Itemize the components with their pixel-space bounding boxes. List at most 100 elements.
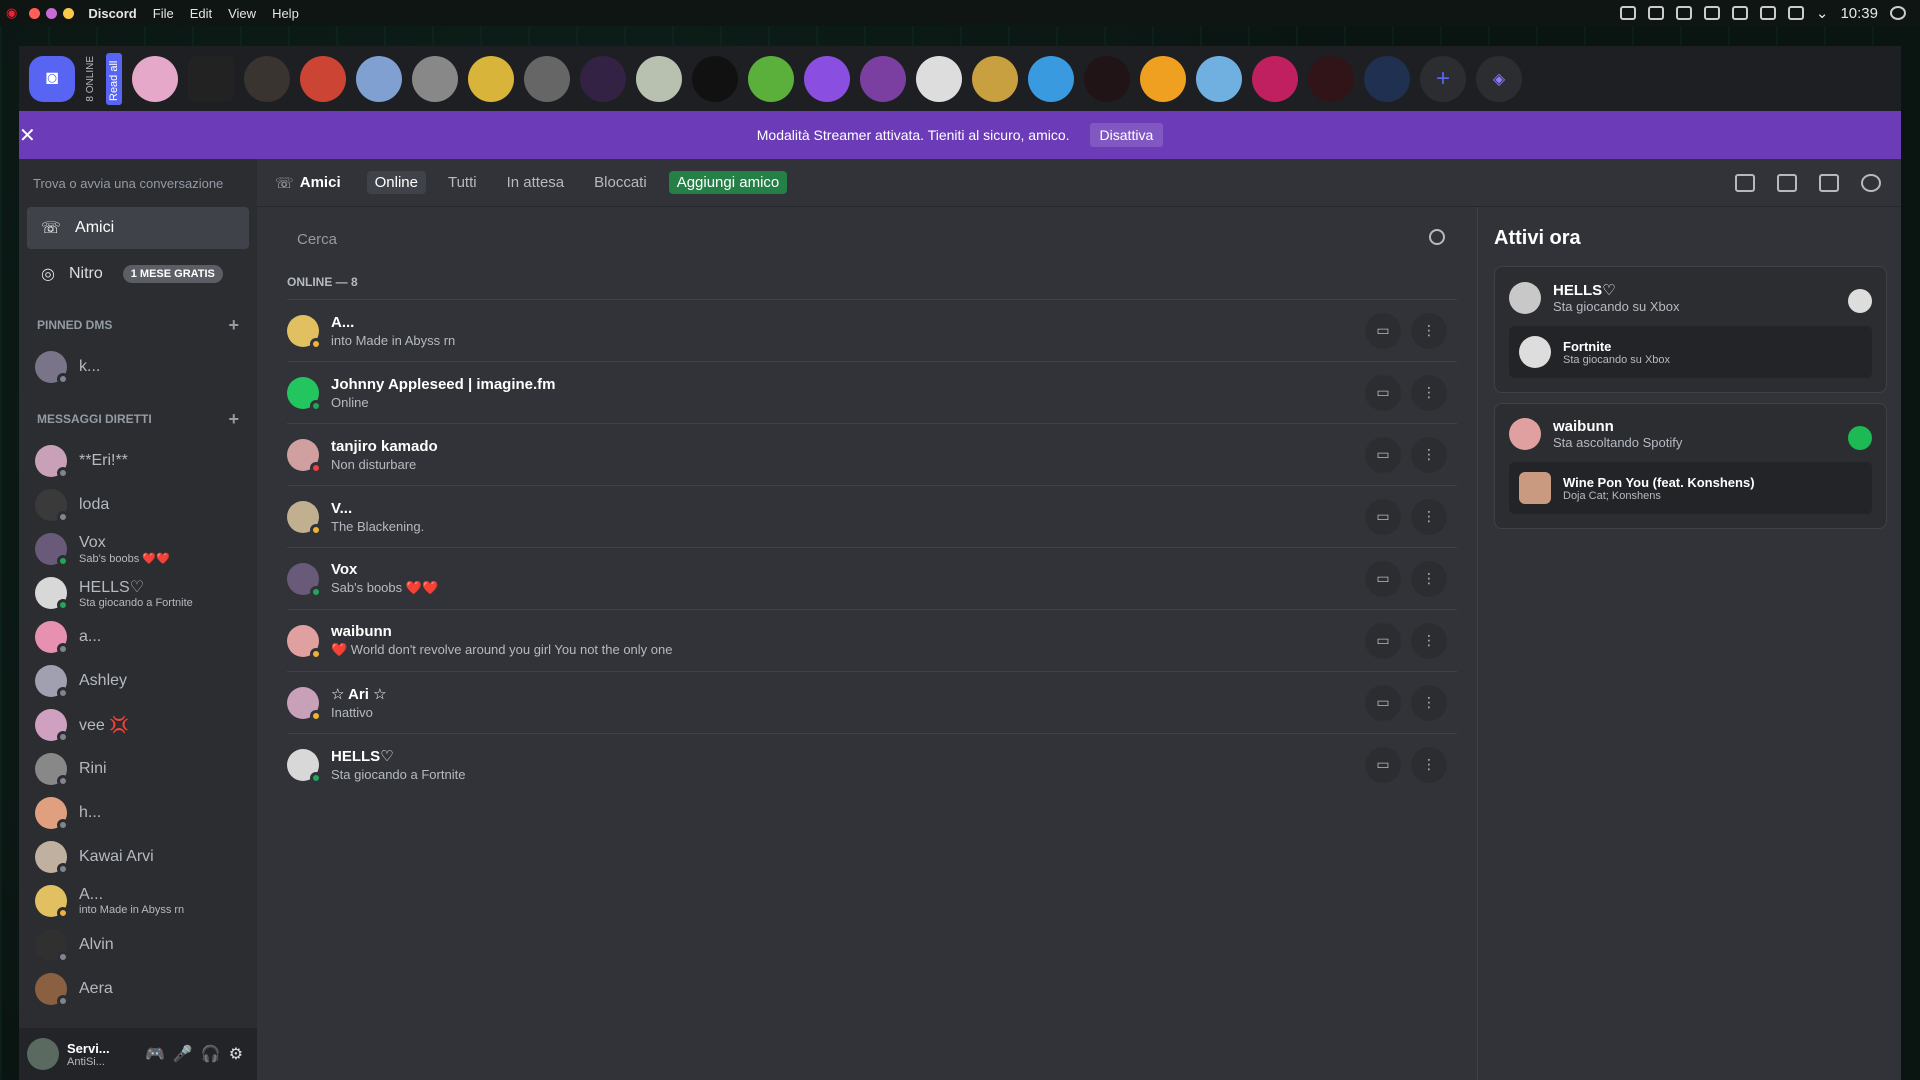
- dm-item[interactable]: h...: [19, 791, 257, 835]
- more-options-icon[interactable]: ⋮: [1411, 374, 1447, 411]
- add-pinned-icon[interactable]: +: [228, 315, 239, 336]
- menu-view[interactable]: View: [228, 6, 256, 21]
- tab-pending[interactable]: In attesa: [499, 171, 573, 194]
- dm-item[interactable]: Kawai Arvi: [19, 835, 257, 879]
- server-icon[interactable]: [748, 55, 794, 102]
- avatar[interactable]: [27, 1038, 59, 1070]
- read-all-button[interactable]: Read all: [106, 52, 122, 105]
- dm-item[interactable]: HELLS♡ Sta giocando a Fortnite: [19, 571, 257, 615]
- server-icon[interactable]: [1364, 55, 1410, 102]
- zoom-window-button[interactable]: [63, 7, 75, 19]
- friend-row[interactable]: Johnny Appleseed | imagine.fm Online ▭ ⋮: [287, 361, 1457, 423]
- display-tray-icon[interactable]: [1759, 6, 1776, 20]
- help-icon[interactable]: [1861, 173, 1881, 192]
- add-friend-button[interactable]: Aggiungi amico: [668, 171, 788, 194]
- message-icon[interactable]: ▭: [1365, 374, 1401, 411]
- more-options-icon[interactable]: ⋮: [1411, 622, 1447, 659]
- server-icon[interactable]: [804, 55, 850, 102]
- server-icon[interactable]: [356, 55, 402, 102]
- message-icon[interactable]: ▭: [1365, 498, 1401, 535]
- activity-card[interactable]: HELLS♡ Sta giocando su Xbox Fortnite Sta…: [1494, 266, 1887, 393]
- dm-item[interactable]: k...: [19, 345, 257, 389]
- server-icon[interactable]: [1252, 55, 1298, 102]
- discord-tray-icon[interactable]: [1619, 6, 1636, 20]
- dm-item[interactable]: Alvin: [19, 923, 257, 967]
- dm-item[interactable]: a...: [19, 615, 257, 659]
- more-options-icon[interactable]: ⋮: [1411, 560, 1447, 597]
- friend-row[interactable]: tanjiro kamado Non disturbare ▭ ⋮: [287, 423, 1457, 485]
- server-icon[interactable]: [132, 55, 178, 102]
- close-window-button[interactable]: [29, 7, 41, 19]
- more-options-icon[interactable]: ⋮: [1411, 436, 1447, 473]
- inbox-icon[interactable]: [1777, 173, 1797, 192]
- phone-tray-icon[interactable]: [1731, 6, 1748, 20]
- activity-card[interactable]: waibunn Sta ascoltando Spotify Wine Pon …: [1494, 403, 1887, 529]
- server-icon[interactable]: [636, 55, 682, 102]
- dm-item[interactable]: **Eri!**: [19, 439, 257, 483]
- friend-row[interactable]: waibunn ❤️ World don't revolve around yo…: [287, 609, 1457, 671]
- dm-item[interactable]: Rini: [19, 747, 257, 791]
- chevron-down-icon[interactable]: ⌄: [1816, 4, 1829, 22]
- clipboard-tray-icon[interactable]: [1675, 6, 1692, 20]
- explore-compass-icon[interactable]: ◈: [1476, 55, 1522, 102]
- server-icon[interactable]: [300, 55, 346, 102]
- tab-blocked[interactable]: Bloccati: [586, 171, 655, 194]
- dm-item[interactable]: Aera: [19, 967, 257, 1011]
- add-dm-icon[interactable]: +: [228, 409, 239, 430]
- server-icon[interactable]: [1308, 55, 1354, 102]
- add-server-icon[interactable]: +: [1420, 55, 1466, 102]
- close-icon[interactable]: ✕: [19, 123, 36, 148]
- message-icon[interactable]: ▭: [1365, 560, 1401, 597]
- more-options-icon[interactable]: ⋮: [1411, 498, 1447, 535]
- disable-streamer-button[interactable]: Disattiva: [1089, 123, 1164, 147]
- vencord-icon[interactable]: [1819, 173, 1839, 192]
- server-icon[interactable]: [524, 55, 570, 102]
- server-icon[interactable]: [412, 55, 458, 102]
- menu-edit[interactable]: Edit: [190, 6, 212, 21]
- headphones-icon[interactable]: 🎧: [201, 1044, 221, 1064]
- dm-item[interactable]: Vox Sab's boobs ❤️❤️: [19, 527, 257, 571]
- discord-home-icon[interactable]: ◙: [29, 55, 75, 102]
- server-icon[interactable]: [188, 55, 234, 102]
- server-icon[interactable]: [468, 55, 514, 102]
- gamepad-icon[interactable]: 🎮: [145, 1044, 165, 1064]
- server-icon[interactable]: [916, 55, 962, 102]
- dm-item[interactable]: Ashley: [19, 659, 257, 703]
- more-options-icon[interactable]: ⋮: [1411, 684, 1447, 721]
- microphone-icon[interactable]: 🎤: [173, 1044, 193, 1064]
- bluetooth-tray-icon[interactable]: [1703, 6, 1720, 20]
- server-icon[interactable]: [972, 55, 1018, 102]
- server-icon[interactable]: [860, 55, 906, 102]
- server-icon[interactable]: [1084, 55, 1130, 102]
- friends-search-input[interactable]: Cerca: [287, 221, 1457, 257]
- message-icon[interactable]: ▭: [1365, 684, 1401, 721]
- friend-row[interactable]: ☆ Ari ☆ Inattivo ▭ ⋮: [287, 671, 1457, 733]
- server-icon[interactable]: [580, 55, 626, 102]
- server-icon[interactable]: [1196, 55, 1242, 102]
- menu-file[interactable]: File: [153, 6, 174, 21]
- minimize-window-button[interactable]: [46, 7, 58, 19]
- message-icon[interactable]: ▭: [1365, 436, 1401, 473]
- dm-item[interactable]: vee 💢: [19, 703, 257, 747]
- new-group-dm-icon[interactable]: [1735, 173, 1755, 192]
- server-icon[interactable]: [692, 55, 738, 102]
- server-icon[interactable]: [244, 55, 290, 102]
- more-options-icon[interactable]: ⋮: [1411, 312, 1447, 349]
- friend-row[interactable]: Vox Sab's boobs ❤️❤️ ▭ ⋮: [287, 547, 1457, 609]
- friend-row[interactable]: HELLS♡ Sta giocando a Fortnite ▭ ⋮: [287, 733, 1457, 795]
- gear-icon[interactable]: ⚙: [229, 1044, 243, 1064]
- tab-all[interactable]: Tutti: [440, 171, 485, 194]
- steam-tray-icon[interactable]: [1647, 6, 1664, 20]
- tab-online[interactable]: Online: [366, 171, 426, 194]
- more-options-icon[interactable]: ⋮: [1411, 746, 1447, 783]
- conversation-search-input[interactable]: Trova o avvia una conversazione: [29, 169, 247, 197]
- message-icon[interactable]: ▭: [1365, 312, 1401, 349]
- app-menu[interactable]: Discord: [88, 6, 136, 21]
- dm-item[interactable]: A... into Made in Abyss rn: [19, 879, 257, 923]
- message-icon[interactable]: ▭: [1365, 622, 1401, 659]
- friend-row[interactable]: A... into Made in Abyss rn ▭ ⋮: [287, 299, 1457, 361]
- sidebar-item-friends[interactable]: ☏ Amici: [27, 207, 249, 249]
- server-icon[interactable]: [1028, 55, 1074, 102]
- sidebar-item-nitro[interactable]: ◎ Nitro 1 MESE GRATIS: [27, 253, 249, 295]
- menu-help[interactable]: Help: [272, 6, 299, 21]
